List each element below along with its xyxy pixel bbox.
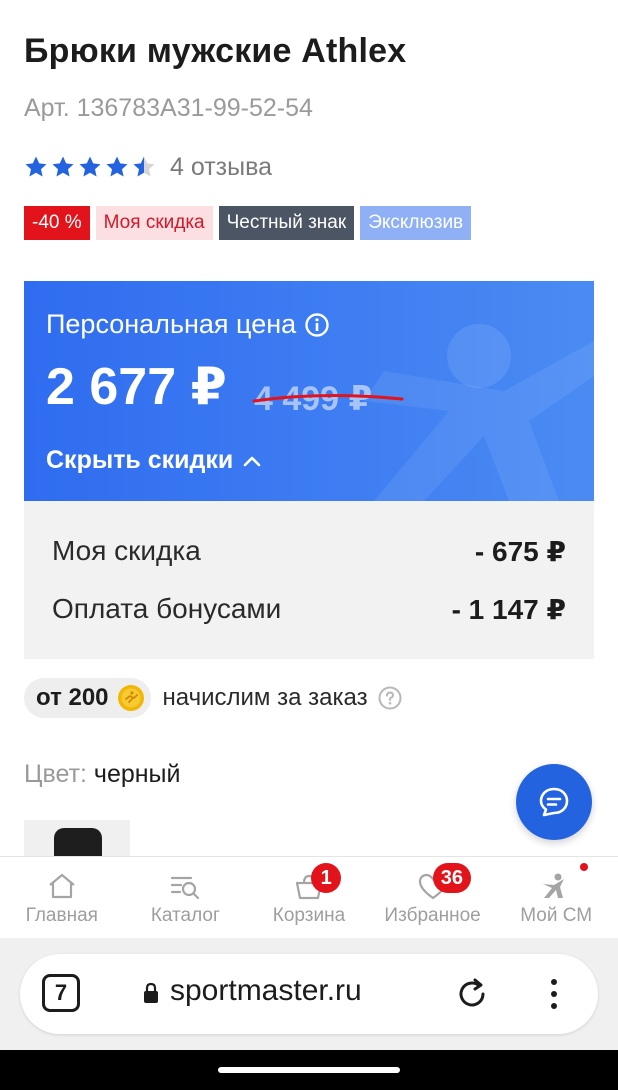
cart-counter-badge: 1 — [311, 863, 342, 893]
url-box[interactable]: 7 sportmaster.ru — [20, 954, 598, 1034]
tab-label: Мой СМ — [520, 905, 593, 926]
system-nav-bar — [0, 1050, 618, 1090]
catalog-search-icon — [171, 876, 200, 900]
chat-button[interactable] — [516, 764, 592, 840]
honest-sign-badge: Честный знак — [218, 206, 355, 240]
home-indicator[interactable] — [218, 1067, 400, 1073]
tab-label: Главная — [25, 905, 98, 926]
hide-discounts-button[interactable]: Скрыть скидки — [46, 446, 261, 475]
browser-address-bar: 7 sportmaster.ru — [0, 938, 618, 1050]
star-icon — [25, 156, 47, 177]
tab-home[interactable]: Главная — [0, 857, 124, 938]
article-number: Арт. 136783A31-99-52-54 — [24, 94, 313, 122]
tab-my-sm[interactable]: Мой СМ — [494, 857, 618, 938]
tab-label: Корзина — [272, 905, 346, 926]
exclusive-badge: Эксклюзив — [360, 206, 472, 240]
chevron-up-icon — [243, 456, 261, 466]
discount-badge: -40 % — [24, 206, 90, 240]
discounts-breakdown: Моя скидка - 675 ₽ Оплата бонусами - 1 1… — [24, 501, 594, 659]
star-icon — [79, 156, 101, 177]
bonus-amount-pill: от 200 — [24, 678, 151, 718]
star-icon — [52, 156, 74, 177]
color-row: Цвет: черный — [24, 760, 181, 789]
more-vert-icon[interactable] — [544, 976, 564, 1012]
discount-row: Моя скидка - 675 ₽ — [52, 531, 566, 571]
my-discount-badge: Моя скидка — [95, 206, 213, 240]
tab-catalog[interactable]: Каталог — [124, 857, 248, 938]
reviews-link[interactable]: 4 отзыва — [170, 153, 272, 182]
product-title: Брюки мужские Athlex — [24, 32, 407, 70]
url-text[interactable]: sportmaster.ru — [170, 974, 362, 1008]
tab-favorites[interactable]: Избранное 36 — [371, 857, 495, 938]
product-page: Брюки мужские Athlex Арт. 136783A31-99-5… — [0, 0, 618, 1090]
home-icon — [49, 873, 75, 899]
color-key: Цвет: — [24, 760, 87, 788]
bonus-text: начислим за заказ — [162, 684, 368, 711]
notification-dot — [580, 863, 589, 871]
bonus-amount: от 200 — [36, 684, 109, 711]
personal-price-text: Персональная цена — [46, 309, 297, 339]
discount-row: Оплата бонусами - 1 147 ₽ — [52, 589, 566, 629]
rating-stars — [24, 155, 156, 179]
discount-row-label: Оплата бонусами — [52, 593, 282, 624]
lock-icon — [144, 982, 158, 1003]
discount-row-value: - 1 147 ₽ — [451, 593, 566, 625]
discount-row-value: - 675 ₽ — [474, 535, 566, 567]
info-icon[interactable] — [304, 312, 330, 338]
old-price-strike — [252, 393, 404, 403]
hide-discounts-label: Скрыть скидки — [46, 446, 234, 474]
reload-icon[interactable] — [454, 976, 490, 1012]
discount-row-label: Моя скидка — [52, 535, 201, 566]
tab-label: Каталог — [150, 905, 220, 926]
color-value: черный — [93, 760, 181, 788]
personal-price-label[interactable]: Персональная цена — [46, 309, 330, 340]
question-icon[interactable] — [378, 686, 402, 710]
favorites-counter-badge: 36 — [432, 863, 472, 893]
current-price: 2 677 ₽ — [46, 358, 227, 416]
bottom-tabbar: Главная Каталог Корзина 1 Избранное 36 М… — [0, 856, 618, 938]
tab-label: Избранное — [384, 905, 481, 926]
bonus-row: от 200 начислим за заказ — [24, 678, 402, 718]
rating-row[interactable]: 4 отзыва — [24, 150, 272, 184]
tab-cart[interactable]: Корзина 1 — [247, 857, 371, 938]
half-star-icon — [133, 156, 155, 177]
chat-icon — [539, 787, 569, 817]
profile-runner-icon — [543, 873, 565, 898]
star-icon — [106, 156, 128, 177]
color-swatch-thumbnail[interactable] — [24, 820, 130, 860]
badges-row: -40 % Моя скидка Честный знак Эксклюзив — [24, 206, 472, 240]
personal-price-card: Персональная цена 2 677 ₽ 4 499 ₽ Скрыть… — [24, 281, 594, 501]
tab-switcher-button[interactable]: 7 — [42, 974, 80, 1012]
bonus-coin-icon — [117, 685, 144, 711]
